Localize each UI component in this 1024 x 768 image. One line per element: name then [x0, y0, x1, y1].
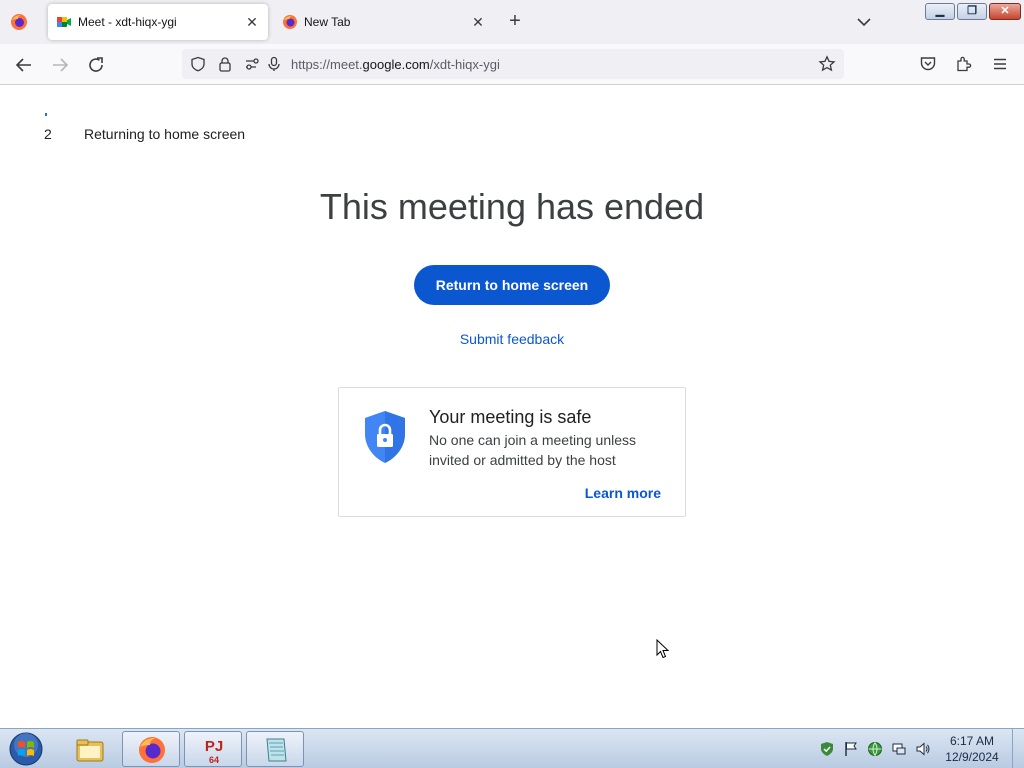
safe-card-body: No one can join a meeting unless invited… — [429, 432, 637, 468]
meeting-safe-card: Your meeting is safe No one can join a m… — [338, 387, 686, 517]
countdown-label: Returning to home screen — [84, 126, 246, 142]
restore-icon: ❐ — [967, 5, 977, 17]
volume-speaker-icon[interactable] — [915, 741, 931, 757]
taskbar-pj64-button[interactable]: PJ 64 — [184, 731, 242, 767]
learn-more-link[interactable]: Learn more — [585, 485, 661, 501]
restore-button[interactable]: ❐ — [957, 3, 987, 20]
close-icon: ✕ — [1000, 5, 1010, 17]
firefox-menu-icon[interactable] — [10, 13, 28, 31]
svg-text:64: 64 — [209, 755, 219, 765]
lock-icon[interactable] — [217, 56, 233, 72]
microphone-icon[interactable] — [266, 56, 282, 72]
taskbar-firefox-button[interactable] — [122, 731, 180, 767]
list-all-tabs-chevron-icon[interactable] — [854, 12, 874, 32]
tracking-protection-shield-icon[interactable] — [190, 56, 206, 72]
submit-feedback-row: Submit feedback — [0, 331, 1024, 347]
pocket-icon[interactable] — [919, 55, 937, 73]
close-window-button[interactable]: ✕ — [989, 3, 1021, 20]
action-center-flag-icon[interactable] — [843, 741, 859, 757]
taskbar-notepad-button[interactable] — [246, 731, 304, 767]
firefox-icon — [139, 737, 165, 763]
tab-new-tab[interactable]: New Tab ✕ — [274, 4, 494, 40]
return-to-home-screen-button[interactable]: Return to home screen — [414, 265, 610, 305]
safe-card-title: Your meeting is safe — [429, 407, 592, 427]
hamburger-menu-icon[interactable] — [991, 55, 1009, 73]
google-meet-icon — [57, 17, 71, 27]
firefox-icon — [283, 15, 297, 29]
extensions-puzzle-icon[interactable] — [955, 55, 973, 73]
svg-text:PJ: PJ — [205, 738, 223, 755]
progress-indicator — [45, 113, 47, 116]
close-tab-icon[interactable]: ✕ — [468, 12, 488, 32]
countdown-number: 2 — [44, 126, 52, 142]
url-path: /xdt-hiqx-ygi — [429, 57, 500, 72]
project64-icon: PJ 64 — [205, 738, 223, 765]
page-title: This meeting has ended — [319, 186, 705, 227]
windows-taskbar: PJ 64 6:17 AM 12/9/2024 — [0, 728, 1024, 768]
system-clock[interactable]: 6:17 AM 12/9/2024 — [940, 733, 1004, 765]
show-desktop-button[interactable] — [1012, 729, 1024, 768]
url-text[interactable]: https://meet.google.com/xdt-hiqx-ygi — [291, 57, 500, 72]
minimize-button[interactable]: ▁ — [925, 3, 955, 20]
forward-arrow-icon[interactable] — [48, 53, 72, 77]
new-tab-plus-icon[interactable]: + — [503, 10, 527, 34]
clock-time: 6:17 AM — [949, 734, 995, 748]
bookmark-star-icon[interactable] — [818, 55, 836, 73]
file-explorer-icon — [76, 739, 104, 762]
notepad-icon — [266, 738, 287, 762]
taskbar-explorer-button[interactable] — [60, 731, 118, 767]
submit-feedback-link[interactable]: Submit feedback — [460, 331, 564, 347]
security-center-icon[interactable] — [819, 741, 835, 757]
tab-meet[interactable]: Meet - xdt-hiqx-ygi ✕ — [48, 4, 268, 40]
shield-lock-icon — [365, 411, 405, 463]
url-prefix: https://meet. — [291, 57, 363, 72]
windows-start-orb-icon[interactable] — [6, 731, 46, 767]
clock-date: 12/9/2024 — [945, 750, 999, 764]
tab-strip: Meet - xdt-hiqx-ygi ✕ New Tab ✕ + ▁ ❐ ✕ — [0, 0, 1024, 44]
tab-title: New Tab — [304, 15, 351, 29]
display-network-icon[interactable] — [891, 741, 907, 757]
tab-title: Meet - xdt-hiqx-ygi — [78, 15, 177, 29]
back-arrow-icon[interactable] — [12, 53, 36, 77]
minimize-icon: ▁ — [935, 5, 945, 17]
mouse-pointer-icon — [656, 639, 669, 659]
reload-icon[interactable] — [84, 53, 108, 77]
url-host: google.com — [362, 57, 430, 72]
address-bar[interactable]: https://meet.google.com/xdt-hiqx-ygi — [182, 49, 844, 79]
network-globe-icon[interactable] — [867, 741, 883, 757]
navigation-toolbar: https://meet.google.com/xdt-hiqx-ygi — [0, 44, 1024, 85]
close-tab-icon[interactable]: ✕ — [242, 12, 262, 32]
permissions-icon[interactable] — [244, 56, 260, 72]
